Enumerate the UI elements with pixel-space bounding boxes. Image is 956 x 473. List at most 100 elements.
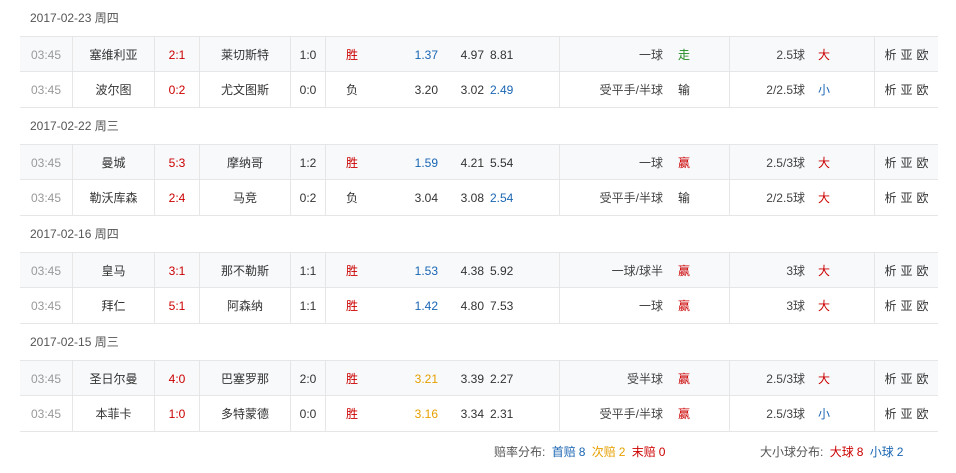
- match-time: 03:45: [30, 264, 62, 278]
- analysis-links: 析亚欧: [875, 396, 938, 432]
- home-team-link[interactable]: 勒沃库森: [73, 180, 154, 216]
- match-row: 03:45 圣日尔曼 4:0 巴塞罗那 2:0 胜 3.21 3.39 2.27 受半球赢 2.5/…: [20, 360, 938, 397]
- home-team-link[interactable]: 皇马: [73, 253, 154, 289]
- half-time-score: 0:0: [299, 407, 317, 421]
- analysis-link[interactable]: 析: [884, 264, 896, 278]
- euro-odds-link[interactable]: 欧: [917, 191, 929, 205]
- second-odds-count: 2: [618, 445, 626, 459]
- asian-handicap-line: 一球: [638, 299, 663, 313]
- over-under-result: 大: [817, 191, 830, 205]
- match-time: 03:45: [30, 48, 62, 62]
- away-team-link[interactable]: 阿森纳: [200, 288, 290, 324]
- small-ball-count: 2: [896, 445, 904, 459]
- analysis-links: 析亚欧: [875, 180, 938, 216]
- asian-odds-link[interactable]: 亚: [900, 299, 912, 313]
- asian-handicap-line: 一球/球半: [611, 264, 663, 278]
- over-under-result: 大: [817, 372, 830, 386]
- handicap-result: 赢: [677, 372, 690, 386]
- column-divider: [559, 361, 560, 397]
- match-row: 03:45 拜仁 5:1 阿森纳 1:1 胜 1.42 4.80 7.53 一球赢 3球大 析亚欧: [20, 288, 938, 324]
- over-under-line: 3球: [786, 264, 805, 278]
- home-win-odds: 3.21: [414, 372, 438, 386]
- half-time-score: 1:0: [299, 48, 317, 62]
- draw-odds: 3.39: [460, 372, 484, 386]
- column-divider: [729, 253, 730, 289]
- home-team-link[interactable]: 曼城: [73, 145, 154, 181]
- match-result: 胜: [345, 264, 358, 278]
- handicap-result: 赢: [677, 156, 690, 170]
- column-divider: [559, 37, 560, 73]
- euro-odds-link[interactable]: 欧: [917, 48, 929, 62]
- asian-odds-link[interactable]: 亚: [900, 83, 912, 97]
- home-team-link[interactable]: 塞维利亚: [73, 37, 154, 73]
- analysis-link[interactable]: 析: [884, 372, 896, 386]
- big-ball-count: 8: [856, 445, 864, 459]
- away-team-link[interactable]: 尤文图斯: [200, 72, 290, 108]
- asian-odds-link[interactable]: 亚: [900, 48, 912, 62]
- date-header: 2017-02-23 周四: [30, 11, 119, 25]
- home-team-link[interactable]: 波尔图: [73, 72, 154, 108]
- euro-odds-link[interactable]: 欧: [917, 407, 929, 421]
- away-team-link[interactable]: 马竞: [200, 180, 290, 216]
- column-divider: [559, 253, 560, 289]
- asian-odds-link[interactable]: 亚: [900, 372, 912, 386]
- home-team-link[interactable]: 拜仁: [73, 288, 154, 324]
- asian-handicap-line: 受平手/半球: [599, 191, 663, 205]
- asian-handicap-line: 受平手/半球: [599, 83, 663, 97]
- asian-odds-link[interactable]: 亚: [900, 156, 912, 170]
- home-team-link[interactable]: 圣日尔曼: [73, 361, 154, 397]
- half-time-score: 1:1: [299, 264, 317, 278]
- over-under-result: 小: [817, 83, 830, 97]
- match-result: 胜: [345, 299, 358, 313]
- full-time-score: 5:1: [168, 299, 186, 313]
- column-divider: [559, 396, 560, 432]
- match-result: 胜: [345, 156, 358, 170]
- analysis-link[interactable]: 析: [884, 407, 896, 421]
- away-team-link[interactable]: 莱切斯特: [200, 37, 290, 73]
- column-divider: [729, 288, 730, 324]
- analysis-link[interactable]: 析: [884, 191, 896, 205]
- away-win-odds: 5.92: [490, 264, 514, 278]
- column-divider: [559, 180, 560, 216]
- over-under-line: 2.5球: [776, 48, 805, 62]
- analysis-link[interactable]: 析: [884, 156, 896, 170]
- analysis-links: 析亚欧: [875, 72, 938, 108]
- analysis-link[interactable]: 析: [884, 48, 896, 62]
- away-team-link[interactable]: 多特蒙德: [200, 396, 290, 432]
- draw-odds: 4.80: [460, 299, 484, 313]
- handicap-result: 赢: [677, 407, 690, 421]
- euro-odds-link[interactable]: 欧: [917, 83, 929, 97]
- analysis-link[interactable]: 析: [884, 299, 896, 313]
- handicap-result: 走: [677, 48, 690, 62]
- asian-odds-link[interactable]: 亚: [900, 191, 912, 205]
- column-divider: [729, 180, 730, 216]
- home-win-odds: 3.20: [414, 83, 438, 97]
- home-team-link[interactable]: 本菲卡: [73, 396, 154, 432]
- asian-handicap-line: 受半球: [626, 372, 663, 386]
- asian-handicap-line: 受平手/半球: [599, 407, 663, 421]
- euro-odds-link[interactable]: 欧: [917, 299, 929, 313]
- analysis-links: 析亚欧: [875, 145, 938, 181]
- over-under-result: 大: [817, 299, 830, 313]
- away-win-odds: 2.49: [490, 83, 514, 97]
- away-team-link[interactable]: 巴塞罗那: [200, 361, 290, 397]
- asian-odds-link[interactable]: 亚: [900, 407, 912, 421]
- match-row: 03:45 曼城 5:3 摩纳哥 1:2 胜 1.59 4.21 5.54 一球赢 2.5/3球大 析…: [20, 144, 938, 181]
- euro-odds-link[interactable]: 欧: [917, 156, 929, 170]
- column-divider: [729, 361, 730, 397]
- date-header: 2017-02-16 周四: [30, 227, 119, 241]
- euro-odds-link[interactable]: 欧: [917, 372, 929, 386]
- column-divider: [729, 396, 730, 432]
- analysis-link[interactable]: 析: [884, 83, 896, 97]
- first-odds-count: 8: [578, 445, 586, 459]
- half-time-score: 1:2: [299, 156, 317, 170]
- away-team-link[interactable]: 那不勒斯: [200, 253, 290, 289]
- euro-odds-link[interactable]: 欧: [917, 264, 929, 278]
- away-team-link[interactable]: 摩纳哥: [200, 145, 290, 181]
- asian-odds-link[interactable]: 亚: [900, 264, 912, 278]
- full-time-score: 5:3: [168, 156, 186, 170]
- match-result: 负: [345, 191, 358, 205]
- match-time: 03:45: [30, 83, 62, 97]
- second-odds-label: 次赔: [591, 445, 616, 459]
- handicap-result: 输: [677, 83, 690, 97]
